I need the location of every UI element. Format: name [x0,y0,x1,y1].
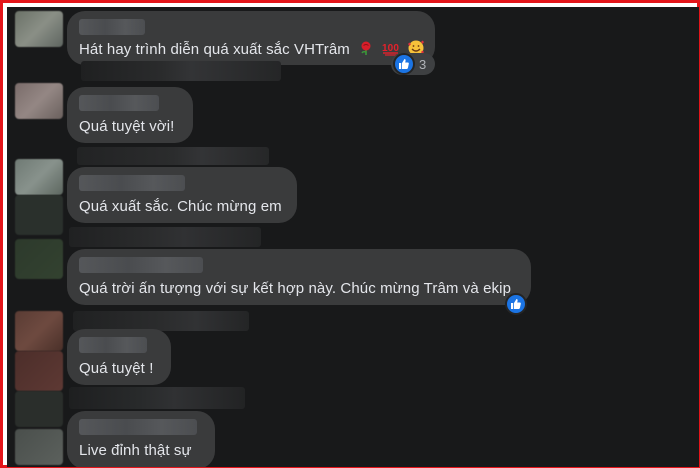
comment-text: Quá tuyệt vời! [79,118,175,135]
comment-text: Quá tuyệt ! [79,360,154,377]
avatar[interactable] [15,391,63,427]
comment-bubble: Quá tuyệt vời! [67,87,193,143]
comment-bubble: Quá tuyệt ! [67,329,171,385]
comment-bubble: Live đỉnh thật sự [67,411,215,467]
comment-actions-blurred[interactable] [69,387,245,409]
reaction-count[interactable]: 3 [419,57,426,72]
avatar[interactable] [15,159,63,195]
comment-text: Quá trời ấn tượng với sự kết hợp này. Ch… [79,280,512,297]
comment-text: Hát hay trình diễn quá xuất sắc VHTrâm 1… [79,39,425,61]
like-reaction-icon[interactable] [505,293,527,315]
commenter-name-blurred[interactable] [79,337,147,353]
screenshot-frame: Hát hay trình diễn quá xuất sắc VHTrâm 1… [0,0,700,468]
avatar[interactable] [15,195,63,235]
rose-emoji [358,40,374,60]
comment-bubble: Quá xuất sắc. Chúc mừng em [67,167,297,223]
comment-text-content: Hát hay trình diễn quá xuất sắc VHTrâm [79,40,350,58]
comment-text: Live đỉnh thật sự [79,442,192,459]
comment-bubble: Quá trời ấn tượng với sự kết hợp này. Ch… [67,249,531,305]
commenter-name-blurred[interactable] [79,257,203,273]
comment-actions-blurred[interactable] [77,147,269,165]
comment-bubble: Hát hay trình diễn quá xuất sắc VHTrâm 1… [67,11,435,65]
commenter-name-blurred[interactable] [79,95,159,111]
avatar[interactable] [15,11,63,47]
avatar[interactable] [15,351,63,391]
avatar[interactable] [15,429,63,465]
comment-text: Quá xuất sắc. Chúc mừng em [79,198,282,215]
commenter-name-blurred[interactable] [79,419,197,435]
comment-actions-blurred[interactable] [73,311,249,331]
comment-actions-blurred[interactable] [69,227,261,247]
avatar[interactable] [15,83,63,119]
avatar[interactable] [15,311,63,351]
commenter-name-blurred[interactable] [79,175,185,191]
like-reaction-icon[interactable] [393,53,415,75]
comments-panel: Hát hay trình diễn quá xuất sắc VHTrâm 1… [7,7,699,467]
commenter-name-blurred[interactable] [79,19,145,35]
comment-actions-blurred[interactable] [81,61,281,81]
avatar[interactable] [15,239,63,279]
